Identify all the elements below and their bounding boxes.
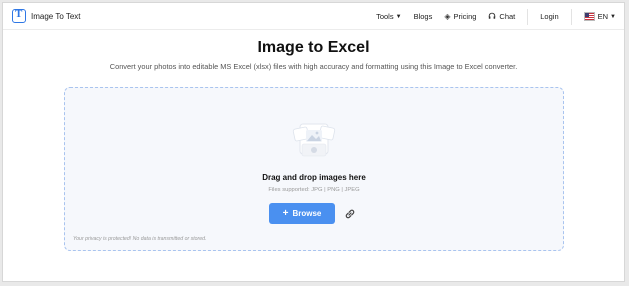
nav-tools-label: Tools	[376, 12, 394, 21]
nav-divider	[527, 8, 529, 25]
upload-dropzone[interactable]: Drag and drop images here Files supporte…	[64, 87, 564, 251]
nav-menu: Tools ▼ Blogs ◈ Pricing Chat Login EN ▼	[376, 3, 616, 30]
page-subtitle: Convert your photos into editable MS Exc…	[109, 62, 518, 71]
language-label: EN	[597, 12, 609, 21]
link-icon[interactable]	[343, 207, 357, 221]
nav-chat[interactable]: Chat	[488, 12, 515, 22]
chevron-down-icon: ▼	[395, 13, 402, 20]
logo[interactable]: T Image To Text	[12, 8, 81, 23]
nav-tools[interactable]: Tools ▼	[376, 12, 401, 21]
browse-button[interactable]: + Browse	[269, 203, 335, 224]
browse-label: Browse	[292, 209, 322, 218]
page-title: Image to Excel	[257, 39, 370, 56]
tag-icon: ◈	[444, 12, 451, 21]
nav-blogs[interactable]: Blogs	[414, 12, 433, 21]
headset-icon	[488, 12, 496, 22]
privacy-note: Your privacy is protected! No data is tr…	[73, 236, 207, 242]
us-flag-icon	[583, 12, 595, 21]
nav-divider	[570, 8, 572, 25]
logo-text: Image To Text	[31, 11, 81, 21]
image-upload-icon	[292, 123, 336, 157]
nav-pricing-label: Pricing	[453, 12, 477, 21]
login-button[interactable]: Login	[540, 12, 558, 21]
nav-blogs-label: Blogs	[413, 12, 433, 21]
page: T Image To Text Tools ▼ Blogs ◈ Pricing …	[2, 2, 625, 282]
chevron-down-icon: ▼	[610, 13, 616, 20]
nav-pricing[interactable]: ◈ Pricing	[444, 12, 476, 21]
nav-chat-label: Chat	[499, 12, 516, 21]
top-navbar: T Image To Text Tools ▼ Blogs ◈ Pricing …	[3, 3, 624, 30]
logo-icon: T	[12, 8, 26, 23]
dropzone-title: Drag and drop images here	[262, 173, 366, 182]
login-label: Login	[540, 12, 559, 21]
supported-formats: Files supported: JPG | PNG | JPEG	[268, 187, 360, 193]
plus-icon: +	[282, 208, 289, 219]
language-selector[interactable]: EN ▼	[583, 12, 616, 21]
